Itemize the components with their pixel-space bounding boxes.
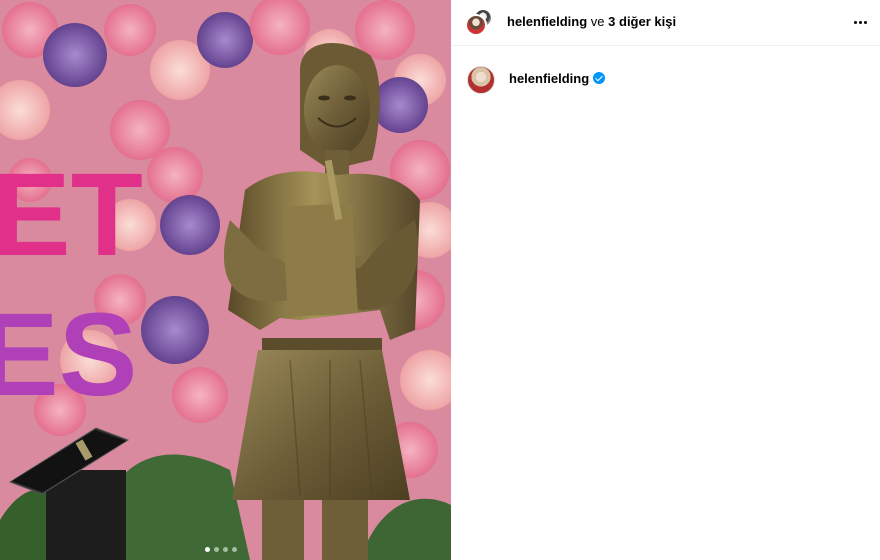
post-photo: ET ES [0, 0, 451, 560]
carousel-dot [232, 547, 237, 552]
post-header: helenfielding ve 3 diğer kişi [451, 0, 880, 46]
sign-letters-bottom: ES [0, 289, 137, 421]
sign-letters-top: ET [0, 149, 143, 281]
collab-avatars[interactable] [465, 8, 493, 36]
other-authors-link[interactable]: 3 diğer kişi [608, 14, 676, 29]
post-sidebar: helenfielding ve 3 diğer kişi helenfield… [451, 0, 880, 560]
verified-badge-icon [593, 72, 606, 84]
caption-author: helenfielding [509, 71, 606, 86]
caption-row: helenfielding [451, 64, 880, 100]
carousel-indicator [205, 547, 237, 552]
carousel-dot [214, 547, 219, 552]
avatar[interactable] [465, 14, 487, 36]
author-connector: ve [590, 14, 605, 29]
caption-username[interactable]: helenfielding [509, 71, 589, 86]
post-authors: helenfielding ve 3 diğer kişi [507, 14, 676, 29]
author-username[interactable]: helenfielding [507, 14, 587, 29]
avatar[interactable] [467, 66, 495, 94]
post-media[interactable]: ET ES [0, 0, 451, 560]
carousel-dot [205, 547, 210, 552]
more-options-icon[interactable] [848, 10, 872, 34]
carousel-dot [223, 547, 228, 552]
